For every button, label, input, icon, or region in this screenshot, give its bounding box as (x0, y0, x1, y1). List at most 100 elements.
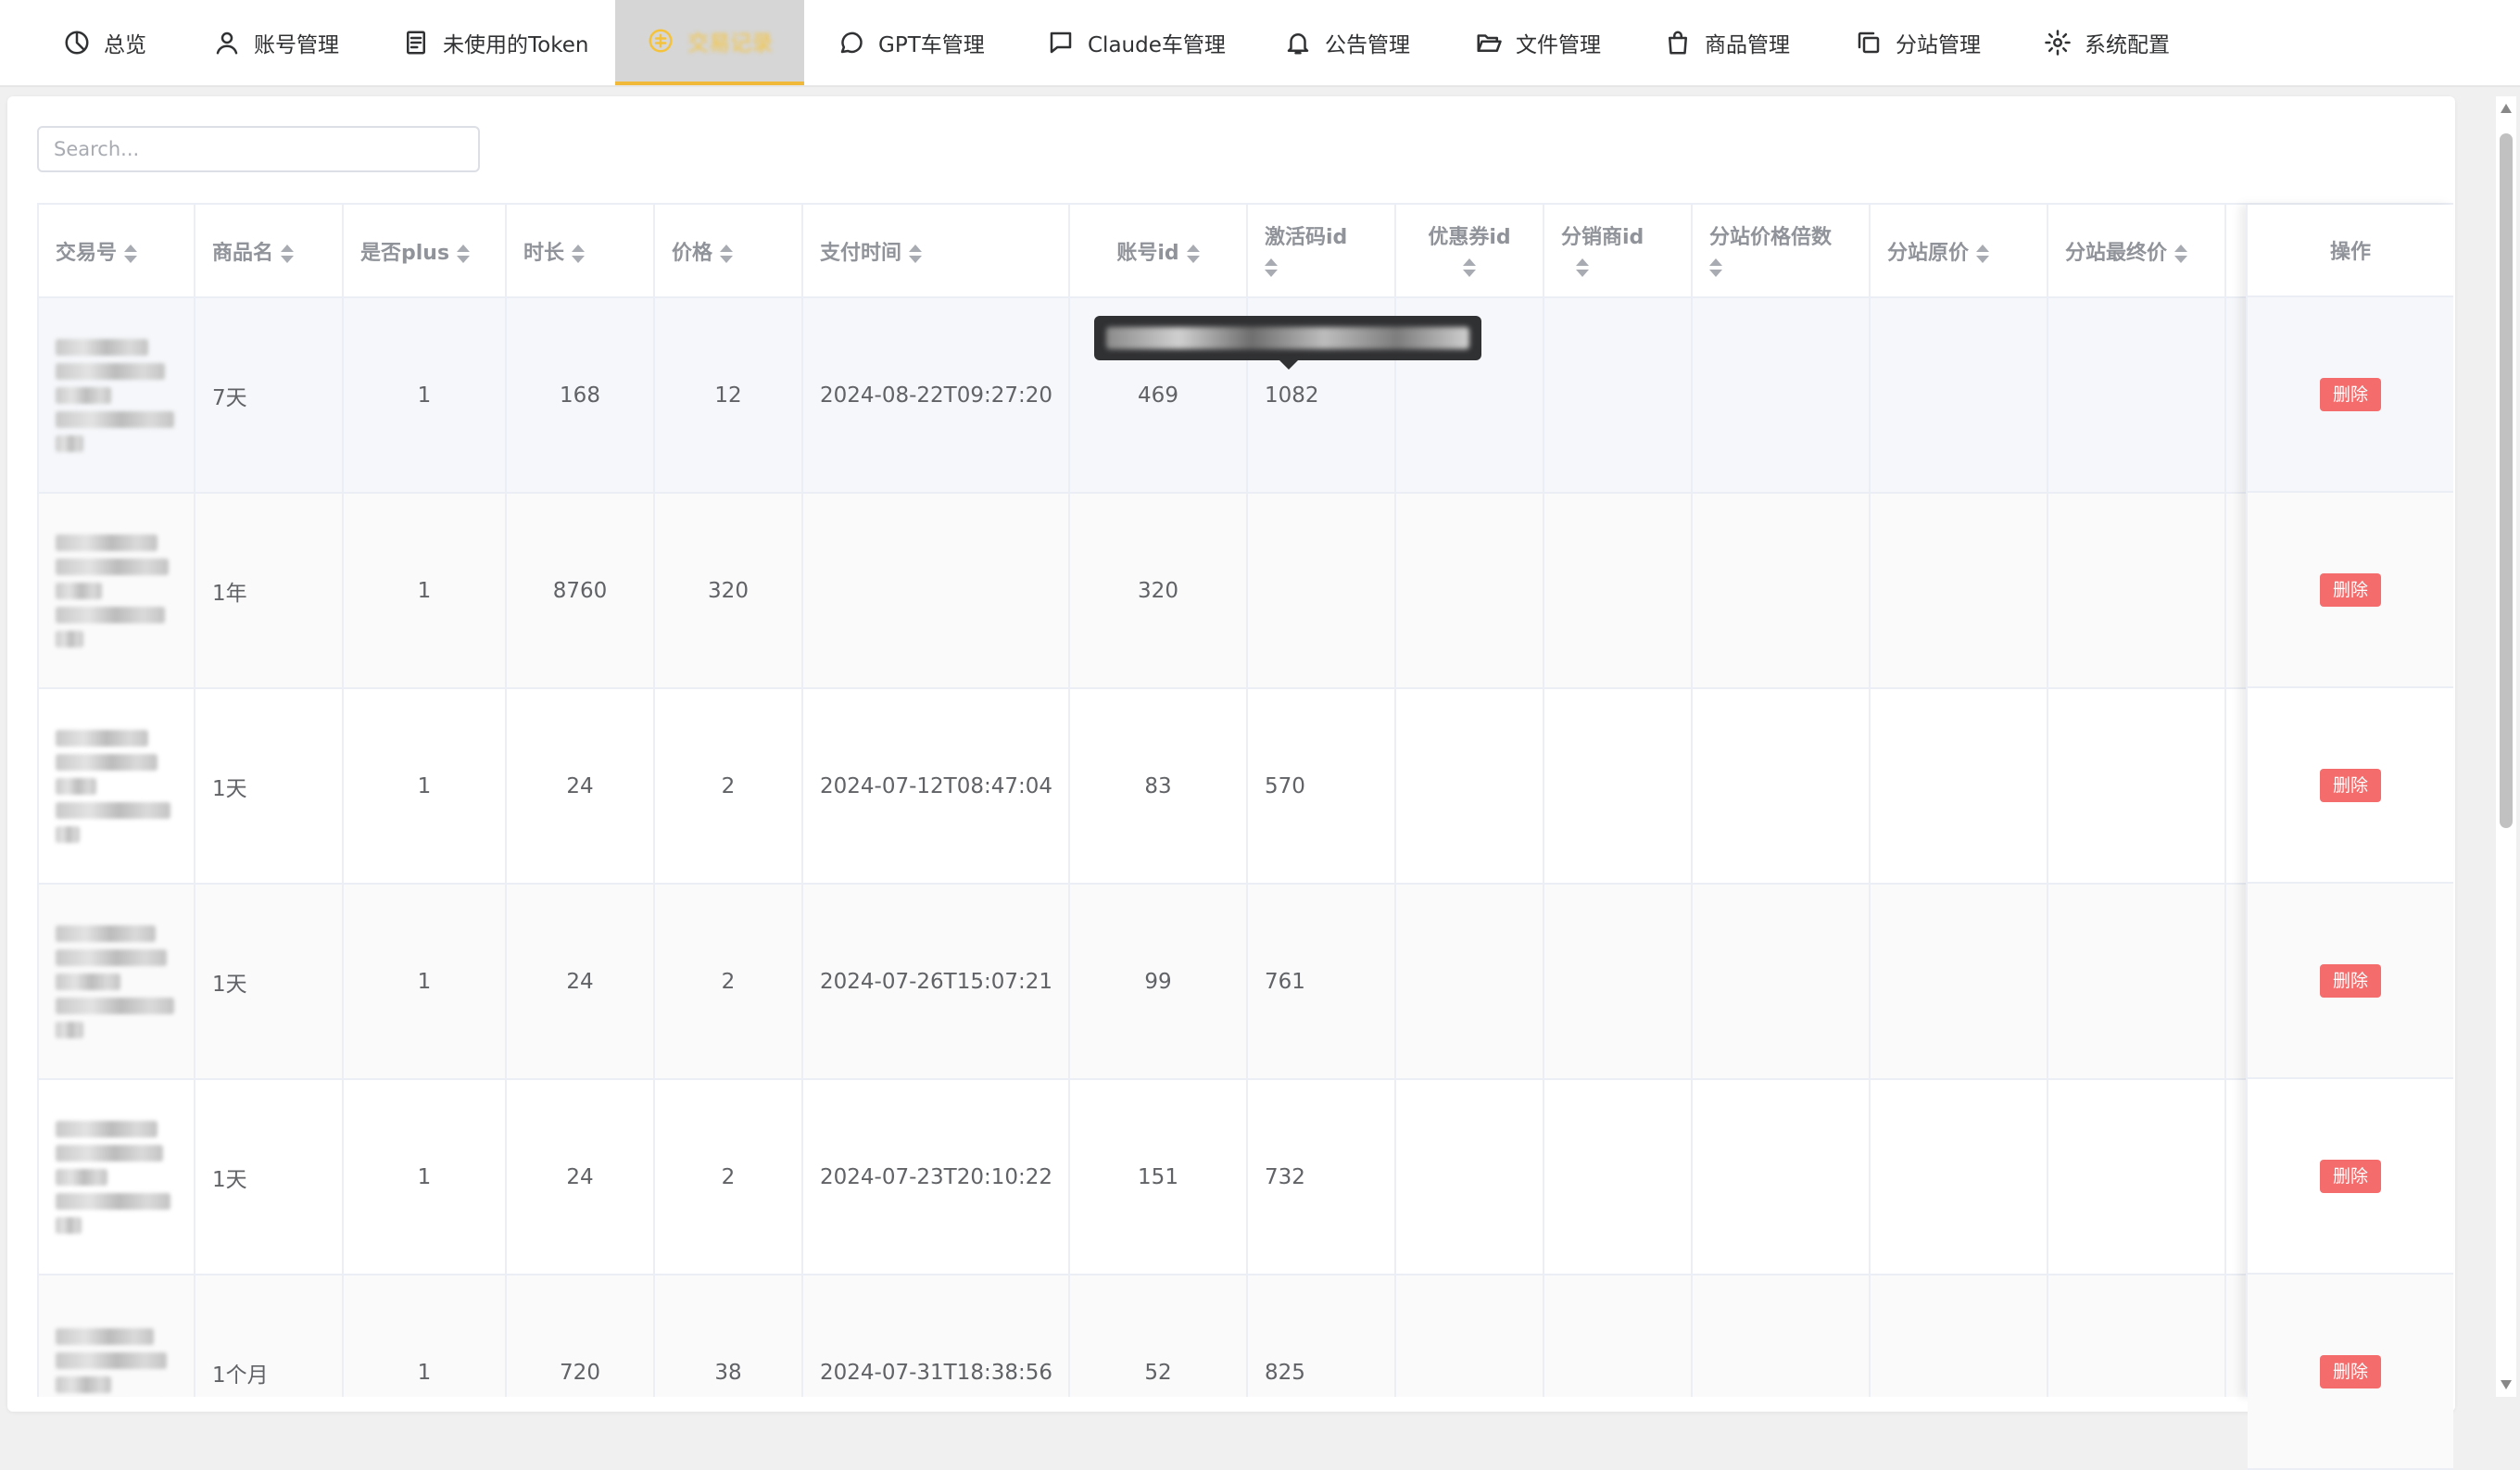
column-header-substation-original[interactable]: 分站原价 (1870, 205, 2048, 298)
sort-icon[interactable] (1976, 244, 1990, 264)
delete-button[interactable]: 删除 (2319, 1354, 2381, 1388)
column-header-substation-multiplier[interactable]: 分站价格倍数 (1692, 205, 1871, 298)
coupon-id-cell (1395, 884, 1544, 1080)
distributor-id-cell (1544, 1079, 1693, 1275)
code-id-cell: 732 (1247, 1079, 1396, 1275)
sort-icon[interactable] (1462, 258, 1476, 278)
nav-item-accounts[interactable]: 账号管理 (213, 0, 371, 85)
table-row[interactable]: 1天 1 24 2 2024-07-12T08:47:04 83 570 (39, 688, 2263, 885)
nav-item-files[interactable]: 文件管理 (1475, 0, 1632, 85)
duration-cell: 8760 (506, 493, 655, 689)
delete-button[interactable]: 删除 (2319, 572, 2381, 607)
redacted-text (56, 338, 177, 452)
paid-at-cell: 2024-07-23T20:10:22 (802, 1079, 1070, 1275)
nav-item-overview[interactable]: 总览 (63, 0, 174, 85)
chat-bubble-icon (840, 31, 863, 54)
nav-item-label: 未使用的Token (443, 33, 589, 57)
nav-item-announcements[interactable]: 公告管理 (1284, 0, 1442, 85)
column-header-is-plus[interactable]: 是否plus (343, 205, 507, 298)
delete-button[interactable]: 删除 (2319, 377, 2381, 411)
actions-cell: 删除 (2248, 493, 2453, 688)
nav-item-unused-token[interactable]: 未使用的Token (402, 0, 624, 85)
scroll-up-arrow-icon[interactable] (2501, 104, 2512, 113)
nav-item-label: GPT车管理 (878, 33, 985, 57)
sort-icon[interactable] (1186, 244, 1200, 264)
final-price-cell (2048, 884, 2226, 1080)
redacted-text (56, 1120, 177, 1234)
nav-item-label: 分站管理 (1896, 33, 1981, 57)
table-row[interactable]: 1天 1 24 2 2024-07-23T20:10:22 151 732 (39, 1079, 2263, 1275)
sort-icon[interactable] (572, 244, 586, 264)
sort-icon[interactable] (1709, 258, 1722, 278)
final-price-cell (2048, 493, 2226, 689)
paid-at-cell: 2024-07-31T18:38:56 (802, 1275, 1070, 1397)
table-row[interactable]: 1天 1 24 2 2024-07-26T15:07:21 99 761 (39, 884, 2263, 1080)
account-id-cell: 151 (1069, 1079, 1248, 1275)
delete-button[interactable]: 删除 (2319, 963, 2381, 998)
sort-icon[interactable] (1576, 258, 1589, 278)
account-id-cell: 99 (1069, 884, 1248, 1080)
nav-item-transactions[interactable]: 交易记录 (615, 0, 804, 85)
final-price-cell (2048, 1079, 2226, 1275)
table-row[interactable]: 1年 1 8760 320 320 (39, 493, 2263, 689)
nav-item-label: 账号管理 (254, 33, 339, 57)
table-row[interactable]: 1个月 1 720 38 2024-07-31T18:38:56 52 825 (39, 1275, 2263, 1397)
scrollbar-thumb[interactable] (2500, 133, 2513, 828)
sort-icon[interactable] (2174, 244, 2188, 264)
redacted-text (56, 1327, 177, 1398)
product-cell: 1年 (195, 493, 344, 689)
final-price-cell (2048, 688, 2226, 885)
redacted-text (1106, 327, 1469, 349)
paid-at-cell (802, 493, 1070, 689)
delete-button[interactable]: 删除 (2319, 1159, 2381, 1193)
sort-icon[interactable] (281, 244, 295, 264)
nav-item-substations[interactable]: 分站管理 (1855, 0, 2012, 85)
sort-icon[interactable] (457, 244, 471, 264)
multiplier-cell (1692, 1275, 1871, 1397)
is-plus-cell: 1 (343, 493, 507, 689)
actions-cell: 删除 (2248, 1079, 2453, 1275)
column-header-paid-at[interactable]: 支付时间 (802, 205, 1070, 298)
column-header-duration[interactable]: 时长 (506, 205, 655, 298)
nav-item-products[interactable]: 商品管理 (1664, 0, 1821, 85)
column-header-code-id[interactable]: 激活码id (1247, 205, 1396, 298)
nav-item-claude[interactable]: Claude车管理 (1047, 0, 1232, 85)
price-cell: 320 (654, 493, 803, 689)
sort-icon[interactable] (1265, 258, 1278, 278)
sort-icon[interactable] (909, 244, 923, 264)
tx-id-cell (39, 1079, 195, 1275)
code-id-cell (1247, 493, 1396, 689)
top-nav: 总览 账号管理 未使用的Token 交易记录 GPT车管理 Claude车管理 … (0, 0, 2520, 87)
gear-icon (2045, 30, 2071, 56)
column-header-product[interactable]: 商品名 (195, 205, 344, 298)
nav-item-settings[interactable]: 系统配置 (2044, 0, 2201, 85)
distributor-id-cell (1544, 1275, 1693, 1397)
nav-item-gpt[interactable]: GPT车管理 (838, 0, 995, 85)
final-price-cell (2048, 297, 2226, 494)
duration-cell: 168 (506, 297, 655, 494)
delete-button[interactable]: 删除 (2319, 768, 2381, 802)
multiplier-cell (1692, 493, 1871, 689)
distributor-id-cell (1544, 297, 1693, 494)
tx-id-cell (39, 884, 195, 1080)
product-cell: 1天 (195, 688, 344, 885)
tx-id-cell (39, 1275, 195, 1397)
duration-cell: 24 (506, 688, 655, 885)
sort-icon[interactable] (720, 244, 734, 264)
column-header-coupon-id[interactable]: 优惠券id (1395, 205, 1544, 298)
scroll-down-arrow-icon[interactable] (2501, 1380, 2512, 1389)
price-cell: 12 (654, 297, 803, 494)
nav-item-label: Claude车管理 (1088, 33, 1226, 57)
multiplier-cell (1692, 1079, 1871, 1275)
column-header-distributor-id[interactable]: 分销商id (1544, 205, 1693, 298)
column-header-substation-final[interactable]: 分站最终价 (2048, 205, 2226, 298)
search-input[interactable] (37, 126, 480, 172)
column-header-price[interactable]: 价格 (654, 205, 803, 298)
actions-cell: 删除 (2248, 688, 2453, 884)
multiplier-cell (1692, 297, 1871, 494)
column-header-tx-id[interactable]: 交易号 (39, 205, 195, 298)
sort-icon[interactable] (124, 244, 138, 264)
column-header-account-id[interactable]: 账号id (1069, 205, 1248, 298)
distributor-id-cell (1544, 493, 1693, 689)
vertical-scrollbar[interactable] (2496, 96, 2516, 1397)
